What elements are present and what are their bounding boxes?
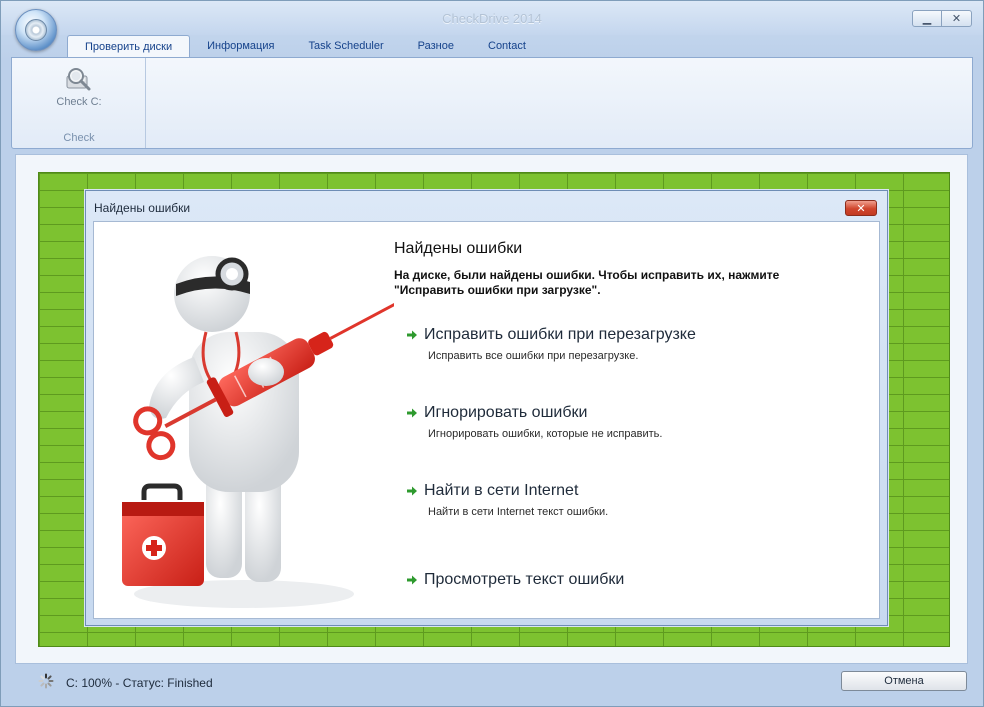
green-arrow-icon xyxy=(407,408,417,418)
action-description: Исправить все ошибки при перезагрузке. xyxy=(428,350,639,362)
dialog-title: Найдены ошибки xyxy=(94,201,191,215)
app-menu-orb[interactable] xyxy=(15,9,57,51)
tab-task-scheduler[interactable]: Task Scheduler xyxy=(291,35,400,58)
action-fix-on-reboot[interactable]: Исправить ошибки при перезагрузке Исправ… xyxy=(406,326,696,362)
green-arrow-icon xyxy=(407,575,417,585)
tab-info[interactable]: Информация xyxy=(190,35,291,58)
status-text: C: 100% - Статус: Finished xyxy=(66,676,213,690)
minimize-button[interactable]: ▁ xyxy=(912,10,942,27)
magnifier-disk-icon xyxy=(66,68,91,91)
green-arrow-icon xyxy=(407,330,417,340)
action-label[interactable]: Просмотреть текст ошибки xyxy=(424,571,624,589)
action-view-error-text[interactable]: Просмотреть текст ошибки xyxy=(406,571,624,589)
errors-found-dialog: Найдены ошибки ✕ Найдены ошибки На диске… xyxy=(85,190,888,626)
action-label[interactable]: Найти в сети Internet xyxy=(424,482,578,500)
window-title: CheckDrive 2014 xyxy=(442,11,542,26)
ribbon-panel: Check C: Check xyxy=(11,57,973,149)
dialog-heading: Найдены ошибки xyxy=(394,240,523,257)
dialog-description: На диске, были найдены ошибки. Чтобы исп… xyxy=(394,268,780,297)
action-label[interactable]: Игнорировать ошибки xyxy=(424,404,587,422)
cancel-button[interactable]: Отмена xyxy=(841,671,967,691)
app-window: CheckDrive 2014 ▁ ✕ Проверить диски Инфо… xyxy=(0,0,984,707)
tab-misc[interactable]: Разное xyxy=(401,35,471,58)
ribbon-group-check: Check C: Check xyxy=(12,58,146,148)
ribbon-tabs: Проверить диски Информация Task Schedule… xyxy=(67,35,543,58)
tab-contact[interactable]: Contact xyxy=(471,35,543,58)
loading-spinner-icon xyxy=(38,673,54,689)
disc-icon xyxy=(25,19,47,41)
action-description: Игнорировать ошибки, которые не исправит… xyxy=(428,428,663,440)
window-controls: ▁ ✕ xyxy=(912,10,972,27)
dialog-body: Найдены ошибки На диске, были найдены ош… xyxy=(93,221,880,619)
dialog-close-button[interactable]: ✕ xyxy=(845,200,877,216)
title-bar: CheckDrive 2014 ▁ ✕ xyxy=(1,1,983,35)
green-arrow-icon xyxy=(407,486,417,496)
tab-check-disks[interactable]: Проверить диски xyxy=(67,35,191,58)
close-button[interactable]: ✕ xyxy=(942,10,972,27)
check-c-button[interactable]: Check C: xyxy=(46,62,112,120)
action-description: Найти в сети Internet текст ошибки. xyxy=(428,506,609,518)
doctor-illustration xyxy=(122,256,394,608)
action-ignore-errors[interactable]: Игнорировать ошибки Игнорировать ошибки,… xyxy=(406,404,662,440)
action-label[interactable]: Исправить ошибки при перезагрузке xyxy=(424,326,696,344)
check-c-label: Check C: xyxy=(56,96,102,108)
action-search-internet[interactable]: Найти в сети Internet Найти в сети Inter… xyxy=(406,482,608,518)
ribbon-group-label: Check xyxy=(63,132,95,144)
